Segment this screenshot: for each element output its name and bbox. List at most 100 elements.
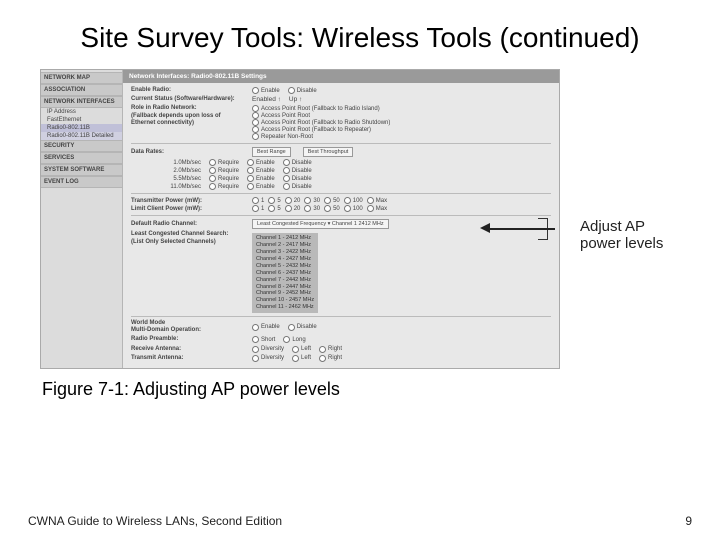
current-status-label: Current Status (Software/Hardware): [131,96,246,103]
figure-caption: Figure 7-1: Adjusting AP power levels [42,379,678,400]
sidebar-section: SECURITY [41,140,122,152]
status-up: Up ↑ [289,96,302,103]
sidebar-section: NETWORK INTERFACES [41,96,122,108]
role-opt[interactable]: Access Point Root [252,112,310,119]
channel-option[interactable]: Channel 7 - 2442 MHz [256,277,314,284]
power-option[interactable]: 100 [344,197,363,204]
rx-left[interactable]: Left [292,346,311,353]
sidebar: NETWORK MAP ASSOCIATION NETWORK INTERFAC… [41,70,123,368]
callout-text: Adjust AP power levels [580,218,680,252]
power-option[interactable]: 1 [252,205,264,212]
data-rate-option[interactable]: Require [209,183,239,190]
tx-antenna-label: Transmit Antenna: [131,355,246,362]
data-rate-label: 1.0Mb/sec [161,160,201,166]
default-channel-label: Default Radio Channel: [131,221,246,228]
footer-source: CWNA Guide to Wireless LANs, Second Edit… [28,514,282,528]
channel-option[interactable]: Channel 4 - 2427 MHz [256,256,314,263]
preamble-long[interactable]: Long [283,336,305,343]
power-option[interactable]: 30 [304,205,320,212]
data-rate-option[interactable]: Enable [247,183,275,190]
client-power-label: Limit Client Power (mW): [131,206,246,212]
sidebar-section: EVENT LOG [41,176,122,188]
tx-power-label: Transmitter Power (mW): [131,198,246,204]
sidebar-section: ASSOCIATION [41,84,122,96]
channel-option[interactable]: Channel 3 - 2422 MHz [256,249,314,256]
sidebar-section: NETWORK MAP [41,72,122,84]
data-rate-option[interactable]: Require [209,175,239,182]
rx-antenna-label: Receive Antenna: [131,346,246,353]
slide-title: Site Survey Tools: Wireless Tools (conti… [20,20,700,55]
sidebar-subitem[interactable]: Radio0-802.11B Detailed [41,132,122,140]
data-rate-option[interactable]: Enable [247,175,275,182]
channel-option[interactable]: Channel 5 - 2432 MHz [256,263,314,270]
status-enabled: Enabled ↑ [252,96,281,103]
enable-radio-disable[interactable]: Disable [288,87,317,94]
rx-diversity[interactable]: Diversity [252,346,284,353]
enable-radio-enable[interactable]: Enable [252,87,280,94]
tx-left[interactable]: Left [292,355,311,362]
rx-right[interactable]: Right [319,346,342,353]
power-option[interactable]: 5 [268,197,280,204]
data-rate-row: 1.0Mb/sec Require Enable Disable [131,159,551,166]
channel-option[interactable]: Channel 2 - 2417 MHz [256,242,314,249]
power-option[interactable]: Max [367,205,387,212]
data-rates-label: Data Rates: [131,149,246,156]
data-rate-row: 2.0Mb/sec Require Enable Disable [131,167,551,174]
sidebar-item[interactable]: FastEthernet [41,116,122,124]
data-rate-option[interactable]: Disable [283,159,312,166]
power-option[interactable]: 20 [285,205,301,212]
channel-option[interactable]: Channel 11 - 2462 MHz [256,304,314,311]
data-rate-row: 5.5Mb/sec Require Enable Disable [131,175,551,182]
channel-option[interactable]: Channel 8 - 2447 MHz [256,284,314,291]
channel-option[interactable]: Channel 10 - 2457 MHz [256,297,314,304]
figure-wrap: NETWORK MAP ASSOCIATION NETWORK INTERFAC… [40,69,680,369]
power-section: Transmitter Power (mW): 15 2030 50 100 Max L… [131,197,551,212]
arrow-line-icon [485,228,555,230]
channel-option[interactable]: Channel 6 - 2437 MHz [256,270,314,277]
power-option[interactable]: 20 [285,197,301,204]
power-option[interactable]: 5 [268,205,280,212]
role-opt[interactable]: Access Point Root (Fallback to Repeater) [252,126,371,133]
sidebar-item[interactable]: IP Address [41,108,122,116]
power-option[interactable]: Max [367,197,387,204]
channel-list[interactable]: Channel 1 - 2412 MHzChannel 2 - 2417 MHz… [252,233,318,313]
data-rate-label: 5.5Mb/sec [161,176,201,182]
power-option[interactable]: 30 [304,197,320,204]
world-mode-label: World Mode Multi-Domain Operation: [131,320,246,334]
page-number: 9 [685,514,692,528]
panel-header: Network Interfaces: Radio0-802.11B Setti… [123,70,559,83]
data-rate-option[interactable]: Disable [283,183,312,190]
data-rate-label: 2.0Mb/sec [161,168,201,174]
enable-radio-label: Enable Radio: [131,87,246,94]
power-option[interactable]: 50 [324,197,340,204]
role-opt[interactable]: Access Point Root (Fallback to Radio Shu… [252,119,390,126]
data-rate-option[interactable]: Disable [283,167,312,174]
preamble-label: Radio Preamble: [131,336,246,343]
best-throughput-button[interactable]: Best Throughput [303,147,354,157]
best-range-button[interactable]: Best Range [252,147,291,157]
sidebar-item-radio[interactable]: Radio0-802.11B [41,124,122,132]
power-option[interactable]: 50 [324,205,340,212]
sidebar-section: SERVICES [41,152,122,164]
data-rate-option[interactable]: Disable [283,175,312,182]
sidebar-section: SYSTEM SOFTWARE [41,164,122,176]
channel-option[interactable]: Channel 1 - 2412 MHz [256,235,314,242]
role-opt[interactable]: Repeater Non-Root [252,133,313,140]
data-rate-label: 11.0Mb/sec [161,184,201,190]
tx-right[interactable]: Right [319,355,342,362]
power-option[interactable]: 100 [344,205,363,212]
default-channel-select[interactable]: Least Congested Frequency ▾ Channel 1 24… [252,219,389,229]
world-mode-disable[interactable]: Disable [288,324,317,331]
data-rate-row: 11.0Mb/sec Require Enable Disable [131,183,551,190]
role-opt[interactable]: Access Point Root (Fallback to Radio Isl… [252,105,380,112]
channel-option[interactable]: Channel 9 - 2452 MHz [256,290,314,297]
data-rate-option[interactable]: Enable [247,167,275,174]
data-rate-option[interactable]: Require [209,167,239,174]
preamble-short[interactable]: Short [252,336,275,343]
tx-diversity[interactable]: Diversity [252,355,284,362]
world-mode-enable[interactable]: Enable [252,324,280,331]
callout: Adjust AP power levels [580,218,680,252]
power-option[interactable]: 1 [252,197,264,204]
data-rate-option[interactable]: Enable [247,159,275,166]
data-rate-option[interactable]: Require [209,159,239,166]
